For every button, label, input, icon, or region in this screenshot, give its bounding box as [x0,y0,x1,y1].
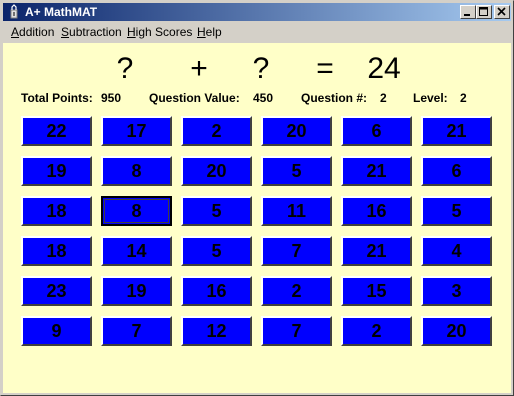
level-label: Level: [413,91,448,105]
number-tile[interactable]: 12 [181,316,252,346]
window-title: A+ MathMAT [25,5,98,19]
number-tile[interactable]: 18 [21,236,92,266]
number-tile[interactable]: 9 [21,316,92,346]
question-number-value: 2 [380,91,387,105]
number-tile[interactable]: 8 [101,156,172,186]
number-tile[interactable]: 22 [21,116,92,146]
maximize-button[interactable] [476,5,492,19]
close-button[interactable] [494,5,510,19]
close-icon [497,7,506,16]
number-tile[interactable]: 2 [181,116,252,146]
number-tile[interactable]: 5 [261,156,332,186]
question-number-label: Question #: [301,91,368,105]
menu-addition[interactable]: Addition [11,26,54,39]
minimize-button[interactable] [460,5,476,19]
question-value-label: Question Value: [149,91,240,105]
equation-operand-b: ? [252,52,270,85]
number-tile[interactable]: 2 [261,276,332,306]
number-tile[interactable]: 11 [261,196,332,226]
equation-operand-a: ? [116,52,134,85]
number-tile[interactable]: 21 [341,236,412,266]
number-tile[interactable]: 19 [21,156,92,186]
menu-subtraction[interactable]: Subtraction [61,26,122,39]
equation-result: 24 [367,52,401,85]
number-tile[interactable]: 20 [421,316,492,346]
number-tile[interactable]: 5 [421,196,492,226]
number-tile[interactable]: 17 [101,116,172,146]
number-tile[interactable]: 7 [261,236,332,266]
number-tile[interactable]: 20 [261,116,332,146]
number-tile[interactable]: 8 [101,196,172,226]
number-tile[interactable]: 5 [181,236,252,266]
equation: ? + ? = 24 [3,51,511,87]
number-tile[interactable]: 14 [101,236,172,266]
app-window: A+ MathMAT Addition Subtraction High Sco… [0,0,514,396]
number-tile[interactable]: 23 [21,276,92,306]
number-tile[interactable]: 6 [341,116,412,146]
stats-bar: Total Points: 950 Question Value: 450 Qu… [3,91,511,107]
number-tile[interactable]: 3 [421,276,492,306]
menu-bar: Addition Subtraction High Scores Help [3,22,511,42]
number-tile[interactable]: 19 [101,276,172,306]
menu-high-scores[interactable]: High Scores [127,26,192,39]
number-tile[interactable]: 4 [421,236,492,266]
total-points-label: Total Points: [21,91,93,105]
number-tile[interactable]: 21 [341,156,412,186]
minimize-icon [464,14,470,16]
equation-equals: = [316,52,334,85]
level-value: 2 [460,91,467,105]
app-icon[interactable] [6,4,22,20]
number-tile[interactable]: 15 [341,276,412,306]
menu-help[interactable]: Help [197,26,222,39]
equation-operator: + [190,52,208,85]
number-tile[interactable]: 7 [101,316,172,346]
number-tile[interactable]: 6 [421,156,492,186]
number-tile[interactable]: 16 [181,276,252,306]
number-tile[interactable]: 5 [181,196,252,226]
number-tile[interactable]: 2 [341,316,412,346]
total-points-value: 950 [101,91,122,105]
number-tile[interactable]: 20 [181,156,252,186]
number-tile[interactable]: 18 [21,196,92,226]
game-area: ? + ? = 24 Total Points: 950 Question Va… [3,43,511,393]
title-bar[interactable]: A+ MathMAT [3,3,511,21]
number-tile[interactable]: 7 [261,316,332,346]
number-tile[interactable]: 16 [341,196,412,226]
number-tile[interactable]: 21 [421,116,492,146]
maximize-icon [479,7,488,16]
question-value-value: 450 [253,91,274,105]
